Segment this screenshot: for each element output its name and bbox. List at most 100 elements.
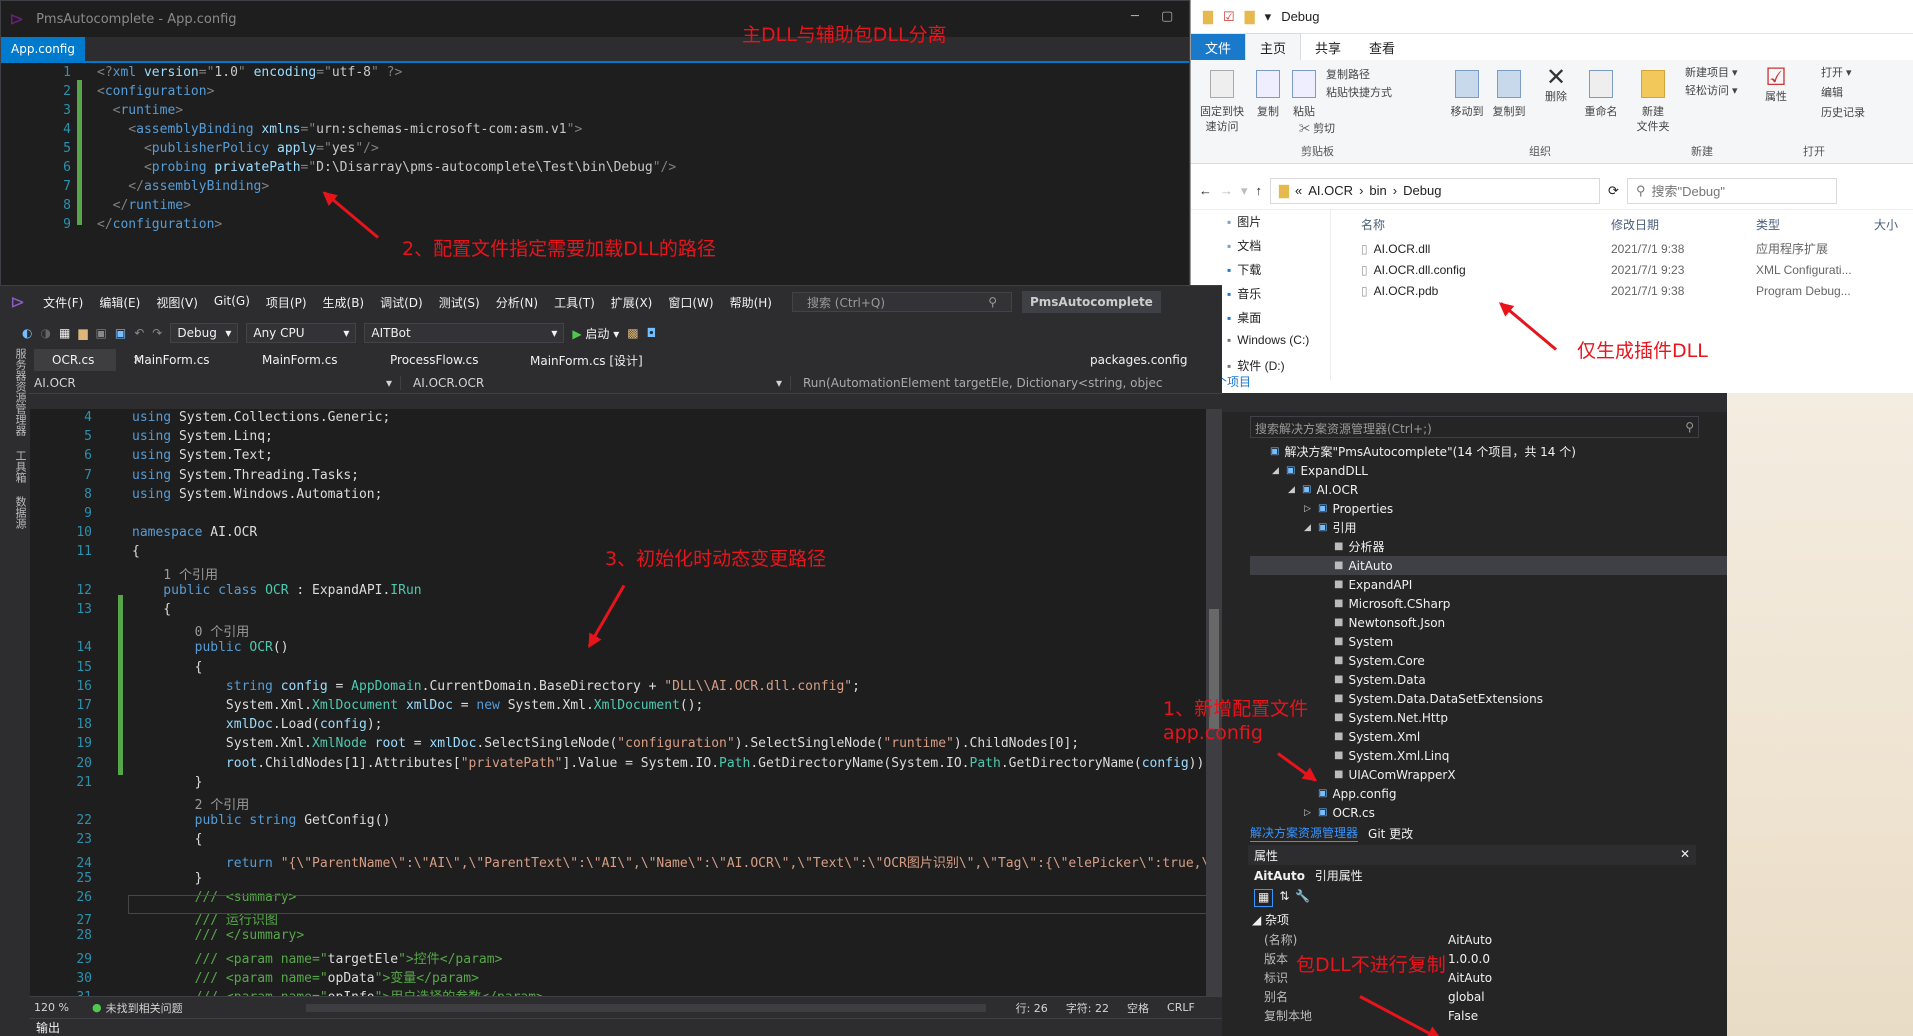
properties-button[interactable]: ☑ 属性 bbox=[1761, 66, 1791, 105]
expand-arrow-icon[interactable]: ◢ bbox=[1288, 485, 1302, 495]
close-icon[interactable]: ✕ bbox=[1680, 847, 1690, 863]
issues-label[interactable]: 未找到相关问题 bbox=[106, 1000, 306, 1016]
expand-arrow-icon[interactable]: ▷ bbox=[1304, 504, 1318, 514]
copy-path-button[interactable]: 复制路径 bbox=[1326, 68, 1370, 83]
sol-search[interactable]: 搜索解决方案资源管理器(Ctrl+;) ⚲ bbox=[1250, 416, 1699, 438]
doc-tab[interactable]: MainForm.cs bbox=[244, 349, 372, 371]
crumb-debug[interactable]: Debug bbox=[1403, 183, 1441, 198]
menu-item[interactable]: 编辑(E) bbox=[91, 294, 148, 311]
tree-node[interactable]: ■ ExpandAPI bbox=[1250, 575, 1727, 594]
move-to-button[interactable]: 移动到 bbox=[1449, 70, 1485, 120]
property-value[interactable]: global bbox=[1448, 990, 1485, 1004]
server-explorer-tab[interactable]: 服务器资源管理器 bbox=[14, 348, 27, 436]
crumb-bin[interactable]: bin bbox=[1369, 183, 1386, 198]
copy-button[interactable]: 复制 bbox=[1253, 70, 1283, 120]
tab-solution-explorer[interactable]: 解决方案资源管理器 bbox=[1250, 824, 1359, 842]
tree-node[interactable]: ■ UIAComWrapperX bbox=[1250, 765, 1727, 784]
doc-tab[interactable]: MainForm.cs bbox=[116, 349, 244, 371]
menu-item[interactable]: 调试(D) bbox=[372, 294, 431, 311]
maximize-icon[interactable]: ▢ bbox=[1161, 9, 1173, 24]
menu-item[interactable]: 测试(S) bbox=[431, 294, 488, 311]
file-row[interactable]: ▯ AI.OCR.dll 2021/7/1 9:38 应用程序扩展 bbox=[1351, 238, 1913, 259]
toolbar-icon[interactable]: ◘ bbox=[647, 326, 657, 340]
startup-project-select[interactable]: AITBot ▾ bbox=[364, 323, 565, 343]
easy-access-button[interactable]: 轻松访问 ▾ bbox=[1685, 84, 1738, 99]
menu-item[interactable]: 项目(P) bbox=[258, 294, 315, 311]
new-item-icon[interactable]: ▦ bbox=[59, 326, 70, 340]
col-type[interactable]: 类型 bbox=[1756, 216, 1874, 233]
tree-node[interactable]: ■ System.Core bbox=[1250, 651, 1727, 670]
categorized-icon[interactable]: ▦ bbox=[1254, 889, 1274, 907]
doc-tab[interactable]: OCR.cs ✕ bbox=[34, 349, 142, 371]
crumb-ai-ocr[interactable]: AI.OCR bbox=[1308, 183, 1353, 198]
wrench-icon[interactable]: 🔧 bbox=[1295, 889, 1310, 907]
tree-node[interactable]: ■ System.Xml.Linq bbox=[1250, 746, 1727, 765]
doc-tab[interactable]: MainForm.cs [设计] bbox=[512, 348, 1072, 373]
redo-icon[interactable]: ↷ bbox=[152, 326, 162, 340]
col-date[interactable]: 修改日期 bbox=[1611, 216, 1756, 233]
tab-home[interactable]: 主页 bbox=[1245, 33, 1302, 61]
rename-button[interactable]: 重命名 bbox=[1583, 70, 1619, 120]
platform-select[interactable]: Any CPU ▾ bbox=[246, 323, 357, 343]
cut-button[interactable]: ✂ 剪切 bbox=[1299, 122, 1335, 137]
menu-item[interactable]: 工具(T) bbox=[546, 294, 603, 311]
new-item-button[interactable]: 新建项目 ▾ bbox=[1685, 66, 1738, 81]
tab-git-changes[interactable]: Git 更改 bbox=[1368, 825, 1413, 842]
save-icon[interactable]: ▣ bbox=[96, 326, 107, 340]
chevron-down-icon[interactable]: ▾ bbox=[1265, 9, 1272, 25]
doc-tab[interactable]: ProcessFlow.cs bbox=[372, 349, 512, 371]
minimize-icon[interactable]: ─ bbox=[1131, 9, 1139, 24]
tree-node[interactable]: ■ System.Xml bbox=[1250, 727, 1727, 746]
doc-tab[interactable]: packages.config bbox=[1072, 349, 1192, 371]
data-sources-tab[interactable]: 数据源 bbox=[14, 496, 27, 529]
delete-button[interactable]: ✕ 删除 bbox=[1541, 66, 1571, 105]
menu-item[interactable]: Git(G) bbox=[206, 294, 258, 311]
project-select[interactable]: AI.OCR ▾ bbox=[0, 376, 400, 390]
h-scrollbar[interactable] bbox=[305, 1003, 986, 1012]
nav-back-icon[interactable]: ◐ bbox=[22, 326, 32, 340]
tree-node[interactable]: ▣ 解决方案"PmsAutocomplete"(14 个项目，共 14 个) bbox=[1250, 442, 1727, 461]
start-button[interactable]: ▶ 启动 ▾ bbox=[572, 325, 619, 342]
menu-item[interactable]: 文件(F) bbox=[35, 294, 91, 311]
history-button[interactable]: 历史记录 bbox=[1821, 106, 1865, 121]
member-select[interactable]: Run(AutomationElement targetEle, Diction… bbox=[790, 375, 1190, 390]
tab-file[interactable]: 文件 bbox=[1191, 33, 1246, 61]
undo-icon[interactable]: ↶ bbox=[134, 326, 144, 340]
edit-button[interactable]: 编辑 bbox=[1821, 86, 1843, 101]
expand-arrow-icon[interactable]: ▷ bbox=[1304, 808, 1318, 818]
property-value[interactable]: AitAuto bbox=[1448, 971, 1492, 985]
property-row[interactable]: 别名 global bbox=[1248, 987, 1696, 1006]
new-folder-button[interactable]: 新建 文件夹 bbox=[1633, 70, 1673, 135]
menu-item[interactable]: 扩展(X) bbox=[603, 294, 661, 311]
search-box[interactable]: ⚲ 搜索"Debug" bbox=[1626, 177, 1837, 204]
property-row[interactable]: 复制本地 False bbox=[1248, 1006, 1696, 1025]
tree-node[interactable]: ■ 分析器 bbox=[1250, 537, 1727, 556]
up-icon[interactable]: ↑ bbox=[1256, 183, 1263, 198]
open-icon[interactable]: ▆ bbox=[78, 326, 87, 340]
expand-arrow-icon[interactable]: ◢ bbox=[1304, 523, 1318, 533]
tree-node[interactable]: ■ System.Data.DataSetExtensions bbox=[1250, 689, 1727, 708]
code-editor[interactable]: 4 using System.Collections.Generic; 5 using… bbox=[30, 409, 1222, 996]
output-title[interactable]: 输出 bbox=[36, 1021, 60, 1035]
forward-icon[interactable]: → bbox=[1220, 183, 1233, 198]
property-value[interactable]: 1.0.0.0 bbox=[1448, 952, 1490, 966]
tree-node[interactable]: ◢ ▣ 引用 bbox=[1250, 518, 1727, 537]
nav-item[interactable]: ▪ 图片 bbox=[1191, 210, 1330, 234]
new-folder-icon[interactable]: ▇ bbox=[1245, 9, 1255, 25]
tree-node[interactable]: ■ Microsoft.CSharp bbox=[1250, 594, 1727, 613]
tree-node[interactable]: ◢ ▣ AI.OCR bbox=[1250, 480, 1727, 499]
open-button[interactable]: 打开 ▾ bbox=[1821, 66, 1852, 81]
tree-node[interactable]: ■ AitAuto bbox=[1250, 556, 1727, 575]
property-value[interactable]: AitAuto bbox=[1448, 933, 1492, 947]
file-row[interactable]: ▯ AI.OCR.dll.config 2021/7/1 9:23 XML Confi… bbox=[1351, 259, 1913, 280]
file-row[interactable]: ▯ AI.OCR.pdb 2021/7/1 9:38 Program Debug... bbox=[1351, 280, 1913, 301]
menu-item[interactable]: 帮助(H) bbox=[722, 294, 780, 311]
paste-button[interactable]: 粘贴 bbox=[1289, 70, 1319, 120]
tree-node[interactable]: ■ Newtonsoft.Json bbox=[1250, 613, 1727, 632]
tree-node[interactable]: ◢ ▣ ExpandDLL bbox=[1250, 461, 1727, 480]
nav-forward-icon[interactable]: ◑ bbox=[40, 326, 50, 340]
class-select[interactable]: AI.OCR.OCR ▾ bbox=[400, 375, 790, 390]
pin-button[interactable]: 固定到快 速访问 bbox=[1197, 70, 1247, 135]
copy-to-button[interactable]: 复制到 bbox=[1491, 70, 1527, 120]
property-value[interactable]: False bbox=[1448, 1009, 1478, 1023]
